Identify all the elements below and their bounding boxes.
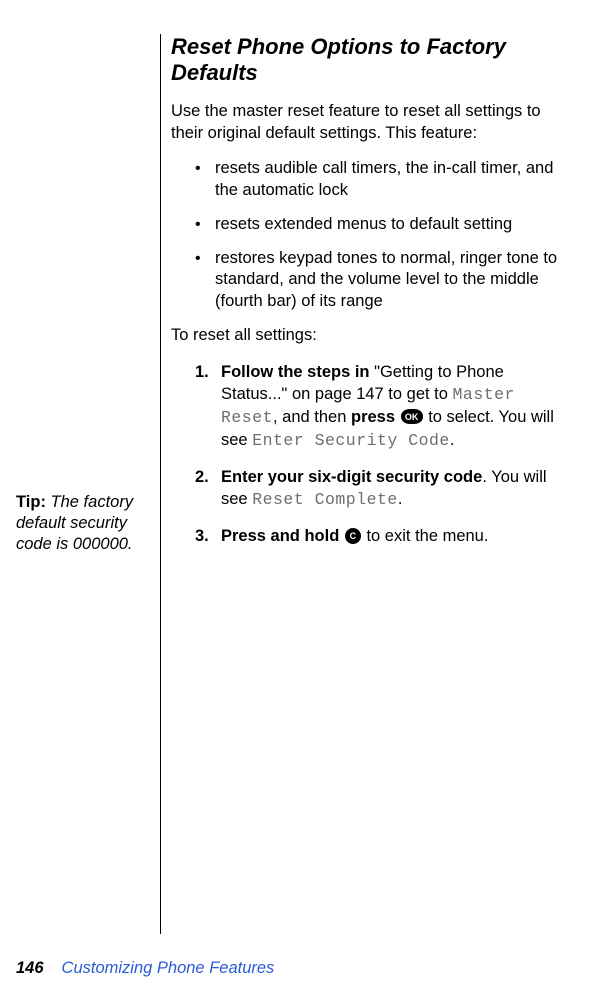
step-number: 3. bbox=[195, 525, 209, 547]
step-bold-text: Press and hold bbox=[221, 527, 339, 545]
step-text: to exit the menu. bbox=[362, 527, 489, 545]
list-item: restores keypad tones to normal, ringer … bbox=[195, 248, 561, 313]
sidebar-margin-note: Tip: The factory default security code i… bbox=[16, 34, 160, 934]
section-heading: Reset Phone Options to Factory Defaults bbox=[171, 34, 561, 87]
step-1: 1. Follow the steps in "Getting to Phone… bbox=[195, 361, 561, 452]
ok-key-icon: OK bbox=[401, 409, 423, 424]
page-number: 146 bbox=[16, 959, 44, 978]
step-bold-text: press bbox=[351, 408, 395, 426]
step-number: 1. bbox=[195, 361, 209, 383]
steps-lead: To reset all settings: bbox=[171, 325, 561, 347]
c-key-icon: C bbox=[345, 528, 361, 544]
chapter-title: Customizing Phone Features bbox=[62, 959, 275, 978]
vertical-divider bbox=[160, 34, 161, 934]
tip-note: Tip: The factory default security code i… bbox=[16, 492, 148, 555]
step-bold-text: Enter your six-digit security code bbox=[221, 468, 482, 486]
lcd-text: Enter Security Code bbox=[252, 431, 450, 450]
main-content: Reset Phone Options to Factory Defaults … bbox=[171, 34, 561, 934]
feature-bullet-list: resets audible call timers, the in-call … bbox=[171, 158, 561, 313]
step-2: 2. Enter your six-digit security code. Y… bbox=[195, 466, 561, 511]
step-number: 2. bbox=[195, 466, 209, 488]
step-text: . bbox=[450, 431, 455, 449]
step-text: . bbox=[398, 490, 403, 508]
page: Tip: The factory default security code i… bbox=[0, 0, 589, 1002]
list-item: resets extended menus to default setting bbox=[195, 214, 561, 236]
page-footer: 146 Customizing Phone Features bbox=[16, 959, 274, 978]
two-column-layout: Tip: The factory default security code i… bbox=[16, 34, 561, 934]
step-3: 3. Press and hold C to exit the menu. bbox=[195, 525, 561, 547]
numbered-steps: 1. Follow the steps in "Getting to Phone… bbox=[171, 361, 561, 548]
lcd-text: Reset Complete bbox=[252, 490, 398, 509]
step-text: , and then bbox=[273, 408, 351, 426]
list-item: resets audible call timers, the in-call … bbox=[195, 158, 561, 202]
step-bold-text: Follow the steps in bbox=[221, 363, 370, 381]
tip-label: Tip: bbox=[16, 493, 46, 511]
intro-paragraph: Use the master reset feature to reset al… bbox=[171, 101, 561, 145]
